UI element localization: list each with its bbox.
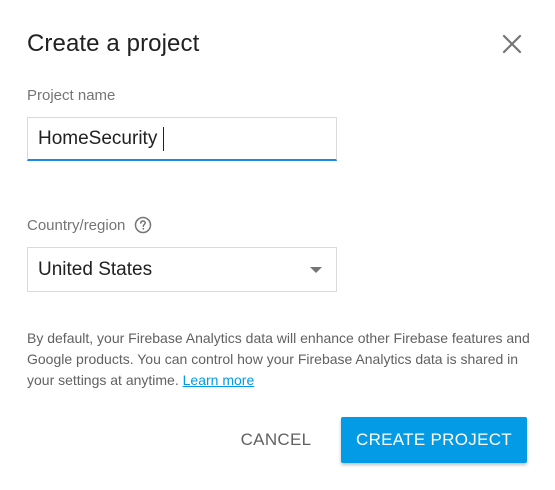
create-project-dialog: Create a project Project name Country/re… [0, 0, 555, 490]
text-cursor [163, 127, 164, 151]
project-name-field-container [27, 117, 337, 161]
learn-more-link[interactable]: Learn more [183, 372, 255, 388]
arrow-drop-down-icon [310, 266, 322, 273]
cancel-button[interactable]: CANCEL [228, 418, 324, 462]
country-region-label: Country/region [27, 216, 126, 234]
country-region-label-row: Country/region [27, 216, 152, 234]
country-region-select[interactable]: United States [27, 247, 337, 292]
analytics-description: By default, your Firebase Analytics data… [27, 328, 532, 391]
project-name-label: Project name [27, 87, 116, 104]
project-name-input[interactable] [28, 118, 336, 159]
country-region-selected-value: United States [38, 258, 153, 280]
analytics-description-text: By default, your Firebase Analytics data… [27, 330, 530, 388]
dialog-title: Create a project [27, 30, 200, 57]
close-button[interactable] [498, 30, 526, 58]
help-circle-icon[interactable] [134, 216, 152, 234]
create-project-button[interactable]: CREATE PROJECT [341, 417, 527, 463]
close-icon [502, 34, 522, 54]
